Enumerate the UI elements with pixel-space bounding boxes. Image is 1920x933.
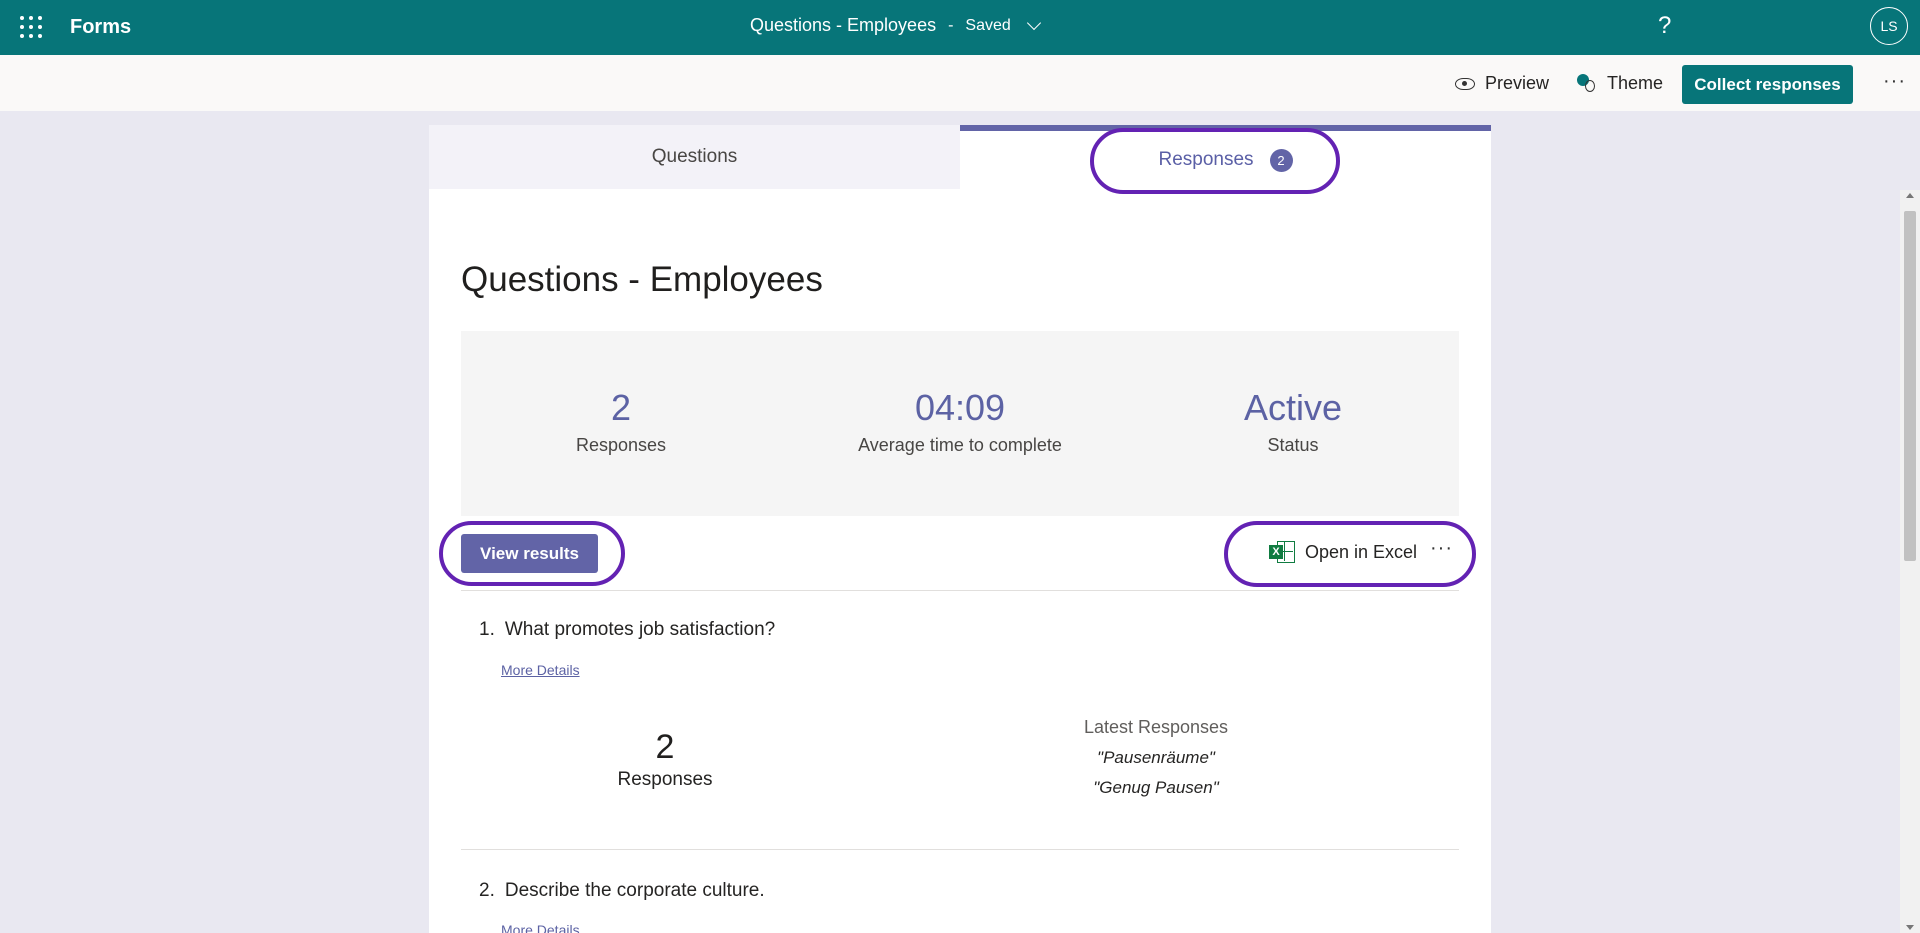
question-number: 2. [479, 880, 495, 901]
stat-status: Active Status [1244, 387, 1342, 456]
view-results-button[interactable]: View results [461, 534, 598, 573]
latest-response-item: "Genug Pausen" [1093, 778, 1219, 797]
tab-responses[interactable]: Responses 2 [960, 125, 1491, 189]
responses-count-badge: 2 [1269, 148, 1293, 172]
responses-label: Responses [575, 435, 667, 455]
open-in-excel-label: Open in Excel [1305, 541, 1418, 562]
latest-responses: Latest Responses "Pausenräume" "Genug Pa… [1084, 717, 1228, 798]
more-details-link[interactable]: More Details [501, 922, 580, 933]
help-icon[interactable]: ? [1658, 12, 1671, 40]
excel-icon: X [1269, 540, 1295, 564]
theme-icon [1577, 73, 1597, 94]
question-number: 1. [479, 619, 495, 640]
question-text: Describe the corporate culture. [504, 880, 765, 901]
responses-value: 2 [610, 387, 632, 428]
status-value: Active [1243, 387, 1343, 428]
scroll-down-icon[interactable] [1906, 925, 1914, 930]
title-separator: - [948, 16, 954, 34]
latest-response-item: "Pausenräume" [1097, 748, 1215, 767]
chevron-down-icon [1026, 15, 1041, 30]
divider [461, 590, 1459, 591]
status-label: Status [1267, 435, 1319, 455]
more-actions-icon[interactable]: ··· [1430, 537, 1453, 560]
question-count-value: 2 [655, 728, 675, 766]
question-count-label: Responses [617, 769, 713, 790]
doc-title: Questions - Employees [750, 15, 937, 35]
scrollbar[interactable] [1900, 190, 1920, 933]
response-summary: 2 Responses 04:09 Average time to comple… [461, 331, 1459, 516]
tab-responses-label: Responses [1158, 149, 1254, 170]
stat-average-time: 04:09 Average time to complete [858, 387, 1062, 456]
average-time-value: 04:09 [914, 387, 1006, 428]
average-time-label: Average time to complete [858, 435, 1062, 455]
theme-label: Theme [1607, 73, 1664, 93]
latest-responses-header: Latest Responses [1083, 717, 1229, 737]
question-title: 2. Describe the corporate culture. [479, 880, 765, 902]
form-card: Questions Responses 2 Questions - Employ… [429, 125, 1491, 933]
app-header: Forms Questions - Employees - Saved ? LS [0, 0, 1920, 55]
more-options-icon[interactable]: ··· [1883, 70, 1906, 93]
question-response-count: 2 Responses [617, 728, 712, 791]
tab-questions-label: Questions [651, 146, 738, 167]
save-status: Saved [965, 16, 1011, 34]
theme-button[interactable]: Theme [1577, 73, 1663, 94]
stat-responses: 2 Responses [576, 387, 666, 456]
command-bar: Preview Theme [0, 55, 1920, 111]
scroll-up-icon[interactable] [1906, 193, 1914, 198]
app-name[interactable]: Forms [70, 16, 131, 39]
form-title: Questions - Employees [461, 260, 823, 299]
eye-icon [1455, 77, 1475, 90]
divider [461, 849, 1459, 850]
waffle-icon[interactable] [20, 16, 42, 38]
more-details-link[interactable]: More Details [501, 662, 580, 678]
question-title: 1. What promotes job satisfaction? [479, 619, 775, 641]
scroll-thumb[interactable] [1904, 211, 1916, 561]
open-in-excel-button[interactable]: X Open in Excel [1269, 540, 1417, 564]
preview-button[interactable]: Preview [1455, 73, 1549, 94]
question-text: What promotes job satisfaction? [504, 619, 776, 640]
tab-questions[interactable]: Questions [429, 125, 960, 189]
preview-label: Preview [1485, 73, 1550, 93]
doc-title-dropdown[interactable]: Questions - Employees - Saved [750, 15, 1041, 36]
collect-responses-button[interactable]: Collect responses [1682, 65, 1853, 104]
avatar[interactable]: LS [1870, 7, 1908, 45]
